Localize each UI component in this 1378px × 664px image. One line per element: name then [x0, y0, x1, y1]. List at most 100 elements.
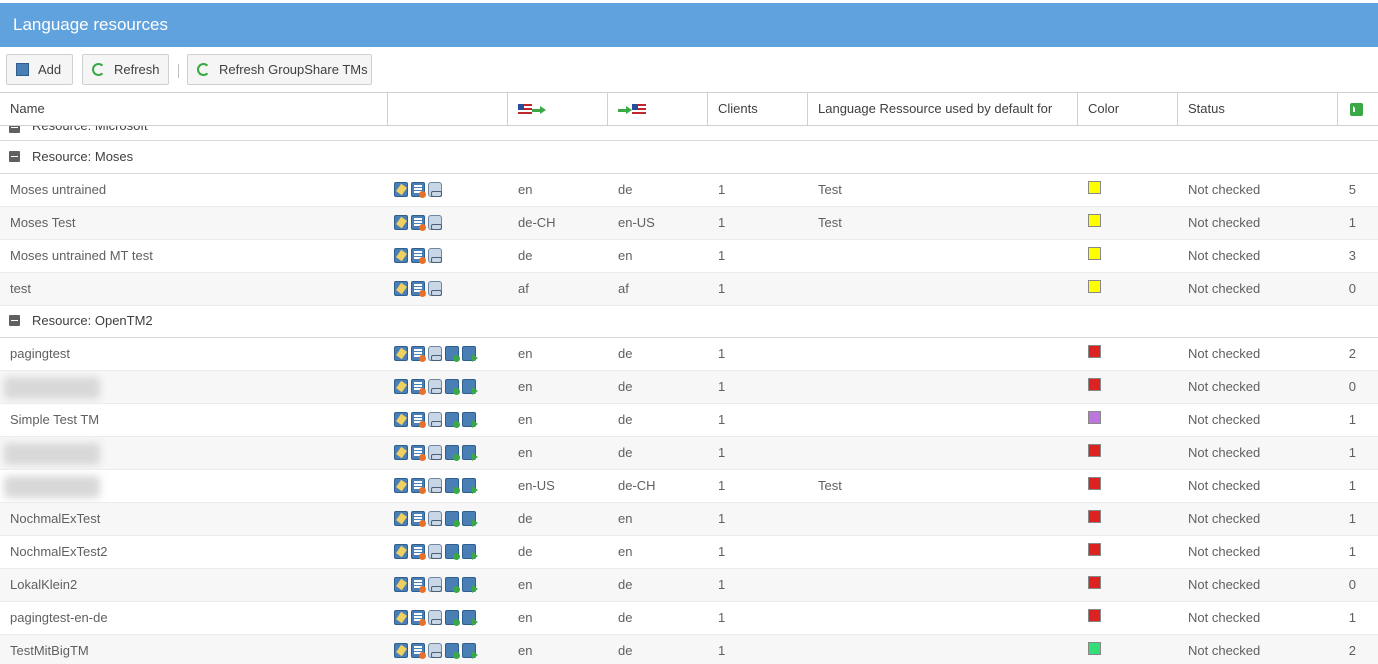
delete-icon[interactable] [411, 412, 426, 428]
table-row[interactable]: pagingtest en de 1 Not checked 2 [0, 338, 1378, 371]
import-icon[interactable] [445, 379, 460, 395]
edit-icon[interactable] [394, 412, 408, 427]
group-header-microsoft[interactable]: Resource: Microsoft [0, 126, 1378, 141]
table-row[interactable]: NochmalExTest2 de en 1 Not checked 1 [0, 536, 1378, 569]
import-icon[interactable] [445, 511, 460, 527]
import-icon[interactable] [445, 610, 460, 626]
log-icon[interactable] [428, 511, 442, 526]
column-header-default-for[interactable]: Language Ressource used by default for [808, 93, 1078, 125]
group-header-moses[interactable]: Resource: Moses [0, 141, 1378, 174]
edit-icon[interactable] [394, 248, 408, 263]
delete-icon[interactable] [411, 182, 426, 198]
group-title: Resource: OpenTM2 [32, 313, 153, 328]
export-icon[interactable] [462, 445, 478, 461]
edit-icon[interactable] [394, 511, 408, 526]
import-icon[interactable] [445, 643, 460, 659]
row-actions [394, 281, 445, 297]
table-row[interactable]: Moses untrained MT test de en 1 Not checked 3 [0, 240, 1378, 273]
log-icon[interactable] [428, 346, 442, 361]
delete-icon[interactable] [411, 577, 426, 593]
column-header-target-language[interactable] [608, 93, 708, 125]
edit-icon[interactable] [394, 544, 408, 559]
edit-icon[interactable] [394, 478, 408, 493]
import-icon[interactable] [445, 445, 460, 461]
table-row[interactable]: en de 1 Not checked 1 [0, 437, 1378, 470]
refresh-button[interactable]: Refresh [82, 54, 169, 85]
export-icon[interactable] [462, 610, 478, 626]
edit-icon[interactable] [394, 379, 408, 394]
column-header-actions[interactable] [388, 93, 508, 125]
log-icon[interactable] [428, 610, 442, 625]
export-icon[interactable] [462, 577, 478, 593]
delete-icon[interactable] [411, 346, 426, 362]
column-header-source-language[interactable] [508, 93, 608, 125]
refresh-groupshare-button[interactable]: Refresh GroupShare TMs [187, 54, 372, 85]
edit-icon[interactable] [394, 610, 408, 625]
column-header-color[interactable]: Color [1078, 93, 1178, 125]
table-row[interactable]: LokalKlein2 en de 1 Not checked 0 [0, 569, 1378, 602]
export-icon[interactable] [462, 643, 478, 659]
log-icon[interactable] [428, 643, 442, 658]
export-icon[interactable] [462, 511, 478, 527]
delete-icon[interactable] [411, 281, 426, 297]
cell-count: 1 [1348, 412, 1356, 427]
export-icon[interactable] [462, 346, 478, 362]
delete-icon[interactable] [411, 215, 426, 231]
table-row[interactable]: en de 1 Not checked 0 [0, 371, 1378, 404]
delete-icon[interactable] [411, 610, 426, 626]
log-icon[interactable] [428, 379, 442, 394]
log-icon[interactable] [428, 577, 442, 592]
log-icon[interactable] [428, 182, 442, 197]
table-row[interactable]: en-US de-CH 1 Test Not checked 1 [0, 470, 1378, 503]
column-header-clients[interactable]: Clients [708, 93, 808, 125]
delete-icon[interactable] [411, 379, 426, 395]
log-icon[interactable] [428, 445, 442, 460]
collapse-icon[interactable] [9, 315, 20, 326]
column-header-status[interactable]: Status [1178, 93, 1338, 125]
add-button[interactable]: Add [6, 54, 73, 85]
delete-icon[interactable] [411, 445, 426, 461]
delete-icon[interactable] [411, 248, 426, 264]
import-icon[interactable] [445, 346, 460, 362]
table-row[interactable]: Simple Test TM en de 1 Not checked 1 [0, 404, 1378, 437]
collapse-icon[interactable] [9, 151, 20, 162]
table-row[interactable]: NochmalExTest de en 1 Not checked 1 [0, 503, 1378, 536]
cell-source-language: de [518, 511, 533, 526]
table-row[interactable]: pagingtest-en-de en de 1 Not checked 1 [0, 602, 1378, 635]
collapse-icon[interactable] [9, 126, 20, 133]
import-icon[interactable] [445, 478, 460, 494]
edit-icon[interactable] [394, 346, 408, 361]
edit-icon[interactable] [394, 182, 408, 197]
log-icon[interactable] [428, 478, 442, 493]
edit-icon[interactable] [394, 215, 408, 230]
delete-icon[interactable] [411, 544, 426, 560]
edit-icon[interactable] [394, 577, 408, 592]
group-header-opentm2[interactable]: Resource: OpenTM2 [0, 305, 1378, 338]
table-row[interactable]: Moses Test de-CH en-US 1 Test Not checked 1 [0, 207, 1378, 240]
delete-icon[interactable] [411, 643, 426, 659]
export-icon[interactable] [462, 379, 478, 395]
log-icon[interactable] [428, 248, 442, 263]
cell-source-language: af [518, 281, 529, 296]
column-header-share[interactable] [1338, 93, 1378, 125]
edit-icon[interactable] [394, 445, 408, 460]
export-icon[interactable] [462, 544, 478, 560]
cell-target-language: de [618, 412, 633, 427]
column-header-name[interactable]: Name [0, 93, 388, 125]
export-icon[interactable] [462, 478, 478, 494]
log-icon[interactable] [428, 281, 442, 296]
edit-icon[interactable] [394, 643, 408, 658]
log-icon[interactable] [428, 215, 442, 230]
table-row[interactable]: test af af 1 Not checked 0 [0, 273, 1378, 306]
delete-icon[interactable] [411, 478, 426, 494]
export-icon[interactable] [462, 412, 478, 428]
table-row[interactable]: Moses untrained en de 1 Test Not checked 5 [0, 174, 1378, 207]
log-icon[interactable] [428, 412, 442, 427]
import-icon[interactable] [445, 544, 460, 560]
edit-icon[interactable] [394, 281, 408, 296]
delete-icon[interactable] [411, 511, 426, 527]
import-icon[interactable] [445, 412, 460, 428]
table-row[interactable]: TestMitBigTM en de 1 Not checked 2 [0, 635, 1378, 664]
log-icon[interactable] [428, 544, 442, 559]
import-icon[interactable] [445, 577, 460, 593]
